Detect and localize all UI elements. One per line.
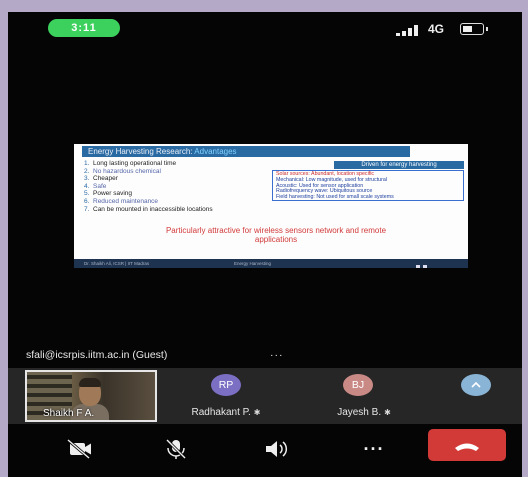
- end-call-button[interactable]: [428, 429, 506, 461]
- mute-button[interactable]: [152, 436, 200, 462]
- speaker-button[interactable]: [252, 436, 300, 462]
- status-time[interactable]: 3:11: [48, 19, 120, 37]
- slide-bullet-list: 1. Long lasting operational time 2. No haz…: [84, 160, 284, 213]
- slide-driver-list: Solar sources: Abundant, location specif…: [272, 170, 464, 201]
- participant-tile[interactable]: [444, 370, 504, 422]
- participant-tile[interactable]: BJ Jayesh B. ✱: [304, 370, 424, 422]
- slide-footer: Dr. Shaikh Ali, ICSR | IIT Madras Energy…: [74, 259, 468, 268]
- call-controls: ···: [8, 426, 522, 477]
- slide-bullet: 5. Power saving: [84, 190, 133, 198]
- participant-name-row: Jayesh B. ✱: [304, 407, 424, 418]
- avatar: RP: [211, 374, 241, 396]
- presenter-more-button[interactable]: ···: [270, 344, 284, 366]
- slide-bullet: 2. No hazardous chemical: [84, 167, 161, 175]
- presenter-name: sfali@icsrpis.iitm.ac.in (Guest): [26, 349, 168, 361]
- battery-nub: [486, 27, 488, 31]
- mic-off-icon: [165, 438, 187, 460]
- slide-title: Energy Harvesting Research: Advantages: [82, 146, 410, 157]
- slide-bullet: 4. Safe: [84, 182, 107, 190]
- slide-footer-author: Dr. Shaikh Ali, ICSR | IIT Madras: [84, 261, 150, 266]
- battery-icon: [460, 23, 488, 35]
- battery-fill: [463, 26, 472, 32]
- slide-bullet: 3. Cheaper: [84, 175, 118, 183]
- slide-bullet: 7. Can be mounted in inaccessible locatio…: [84, 205, 213, 213]
- participant-name-row: Radhakant P. ✱: [166, 407, 286, 418]
- presenter-bar: sfali@icsrpis.iitm.ac.in (Guest) ···: [8, 344, 522, 366]
- phone-screen: 3:11 4G Energy Harvesting Research: Adva…: [8, 12, 522, 477]
- participant-tile[interactable]: RP Radhakant P. ✱: [166, 370, 286, 422]
- network-type: 4G: [428, 22, 445, 36]
- mic-muted-icon: ✱: [253, 408, 261, 417]
- participant-name: Shaikh F A.: [43, 408, 95, 419]
- avatar: BJ: [343, 374, 373, 396]
- slide-highlight-text: Particularly attractive for wireless sen…: [165, 226, 387, 244]
- chevron-up-icon: [471, 381, 481, 388]
- slide-footer-topic: Energy Harvesting: [234, 261, 272, 266]
- slide-driver-heading: Driven for energy harvesting: [334, 161, 464, 169]
- status-bar: 3:11 4G: [8, 12, 522, 48]
- signal-icon: [396, 24, 422, 36]
- slide-title-accent: Advantages: [194, 147, 237, 156]
- speaker-icon: [266, 441, 288, 457]
- slide-driver-item: Field harvesting: Not used for small sca…: [276, 194, 394, 201]
- video-off-icon: [67, 438, 91, 460]
- slide-bullet: 1. Long lasting operational time: [84, 160, 177, 167]
- slide-title-main: Energy Harvesting Research:: [88, 147, 195, 156]
- participant-strip: Shaikh F A. RP Radhakant P. ✱ BJ Jayesh B…: [8, 368, 522, 424]
- avatar: [461, 374, 491, 396]
- participant-name: Radhakant P.: [191, 407, 251, 418]
- more-options-button[interactable]: ···: [350, 436, 398, 462]
- mic-muted-icon: ✱: [384, 408, 391, 417]
- slide-nav-dots: [416, 262, 430, 268]
- participant-video-tile[interactable]: Shaikh F A.: [25, 370, 157, 422]
- shared-screen-slide[interactable]: Energy Harvesting Research: Advantages 1…: [74, 144, 468, 268]
- hang-up-icon: [455, 443, 479, 451]
- slide-bullet: 6. Reduced maintenance: [84, 197, 159, 205]
- video-off-button[interactable]: [56, 436, 104, 462]
- participant-name: Jayesh B.: [337, 407, 382, 418]
